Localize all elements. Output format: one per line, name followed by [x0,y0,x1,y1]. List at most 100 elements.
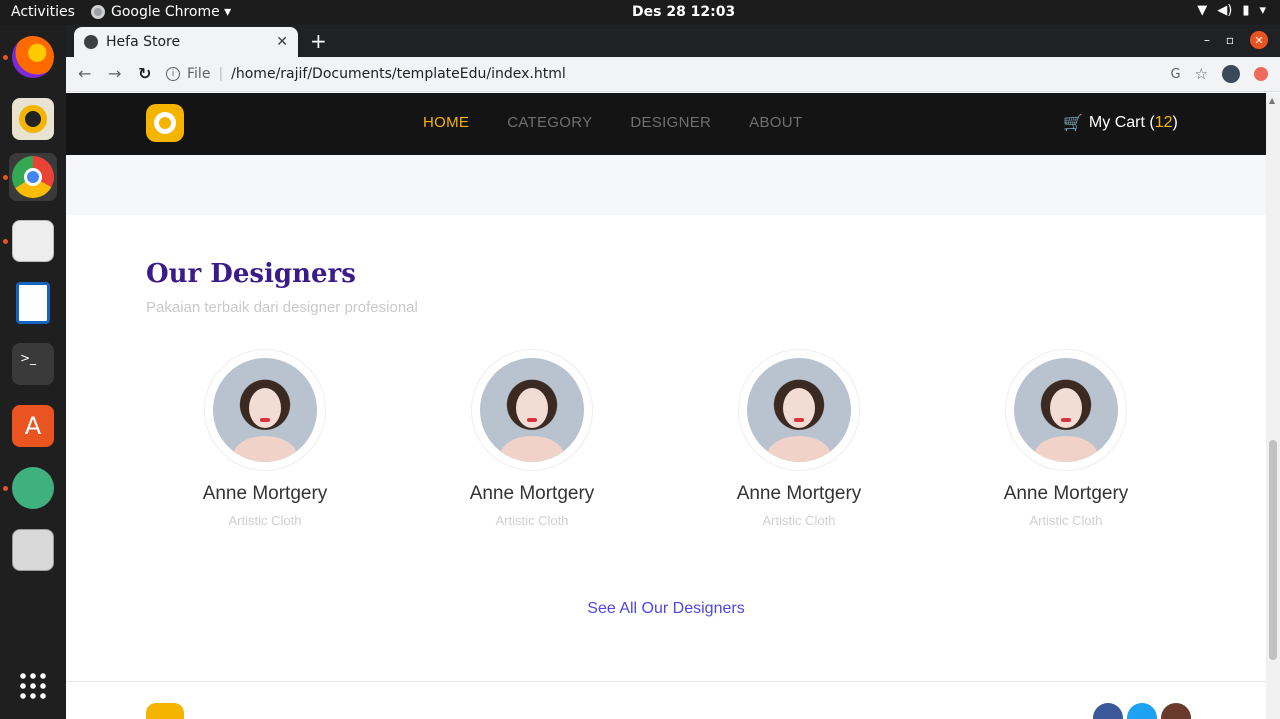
info-icon[interactable]: i [166,67,180,81]
dock-firefox[interactable] [9,33,57,81]
cart-count: 12 [1154,114,1173,131]
chrome-app-icon [91,5,105,19]
main-menu: HOME CATEGORY DESIGNER ABOUT [423,114,802,131]
address-bar[interactable]: i File | /home/rajif/Documents/templateE… [166,61,1196,87]
url-separator: | [218,66,224,82]
section-subtitle: Pakaian terbaik dari designer profesiona… [146,299,418,316]
dock-rhythmbox[interactable] [9,95,57,143]
designer-photo [213,358,317,462]
new-tab-button[interactable]: + [310,29,327,53]
scrollbar-thumb[interactable] [1269,440,1277,660]
designer-photo-frame [471,349,593,471]
designer-role: Artistic Cloth [228,513,302,528]
social-links [1093,703,1191,719]
app-menu[interactable]: Google Chrome ▾ [91,4,231,20]
dock: >_ A [0,25,66,719]
terminal-icon: >_ [12,343,54,385]
profile-avatar[interactable] [1222,65,1240,83]
browser-window: Hefa Store ✕ + – ▫ ✕ ← → ↻ i File | /hom… [66,25,1280,719]
page-scrollbar[interactable]: ▲ [1266,93,1280,719]
dock-files[interactable] [9,217,57,265]
site-logo[interactable] [146,104,184,142]
grid-icon [18,671,48,701]
cart-close-paren: ) [1172,114,1178,131]
footer-divider [66,681,1266,682]
cart-icon: 🛒 [1063,115,1083,132]
site-navbar: HOME CATEGORY DESIGNER ABOUT 🛒 My Cart (… [66,93,1266,155]
extension-icon[interactable] [1254,67,1268,81]
designer-role: Artistic Cloth [1029,513,1103,528]
dock-chrome[interactable] [9,153,57,201]
designer-photo-frame [738,349,860,471]
designer-name: Anne Mortgery [202,483,328,504]
toolbar-actions: G ☆ [1170,65,1268,83]
nav-designer[interactable]: DESIGNER [630,114,711,131]
designer-card[interactable]: Anne Mortgery Artistic Cloth [432,349,632,528]
url-text: /home/rajif/Documents/templateEdu/index.… [231,66,566,82]
forward-arrow-icon[interactable]: → [108,64,121,83]
reload-icon[interactable]: ↻ [138,64,151,83]
instagram-icon[interactable] [1161,703,1191,719]
system-tray[interactable]: ▼ ◀) ▮ ▾ [1197,3,1266,18]
back-arrow-icon[interactable]: ← [78,64,91,83]
designer-photo [1014,358,1118,462]
designer-name: Anne Mortgery [736,483,862,504]
nav-about[interactable]: ABOUT [749,114,802,131]
minimize-button[interactable]: – [1204,33,1210,47]
designer-card[interactable]: Anne Mortgery Artistic Cloth [165,349,365,528]
close-icon[interactable]: ✕ [276,34,288,50]
folder-icon [12,220,54,262]
dock-atom[interactable] [9,464,57,512]
volume-icon: ◀) [1217,3,1233,18]
dock-image-viewer[interactable] [9,526,57,574]
designer-card[interactable]: Anne Mortgery Artistic Cloth [966,349,1166,528]
footer-logo[interactable] [146,703,184,719]
cart-link[interactable]: 🛒 My Cart (12) [1063,113,1178,133]
designer-role: Artistic Cloth [762,513,836,528]
designer-card[interactable]: Anne Mortgery Artistic Cloth [699,349,899,528]
hero-band [66,155,1266,215]
page-viewport: HOME CATEGORY DESIGNER ABOUT 🛒 My Cart (… [66,93,1280,719]
designer-photo-frame [204,349,326,471]
show-applications-button[interactable] [9,662,57,710]
dock-terminal[interactable]: >_ [9,340,57,388]
chevron-down-icon: ▾ [1259,3,1266,18]
maximize-button[interactable]: ▫ [1226,33,1234,47]
browser-tab[interactable]: Hefa Store ✕ [74,27,298,57]
twitter-icon[interactable] [1127,703,1157,719]
wifi-icon: ▼ [1197,3,1208,18]
atom-icon [12,467,54,509]
store-icon: A [12,405,54,447]
designer-name: Anne Mortgery [469,483,595,504]
globe-icon [84,35,98,49]
activities-button[interactable]: Activities [11,4,75,20]
clock[interactable]: Des 28 12:03 [632,4,735,20]
window-close-button[interactable]: ✕ [1250,31,1268,49]
facebook-icon[interactable] [1093,703,1123,719]
designer-photo [480,358,584,462]
see-all-designers-link[interactable]: See All Our Designers [66,600,1266,618]
chrome-icon [12,156,54,198]
battery-icon: ▮ [1242,3,1250,18]
tab-strip: Hefa Store ✕ + – ▫ ✕ [66,25,1280,57]
scroll-up-icon[interactable]: ▲ [1269,96,1275,105]
designer-photo-frame [1005,349,1127,471]
firefox-icon [12,36,54,78]
dock-writer[interactable] [9,279,57,327]
designer-role: Artistic Cloth [495,513,569,528]
section-title: Our Designers [146,259,356,289]
cart-label: My Cart ( [1088,114,1155,131]
nav-category[interactable]: CATEGORY [507,114,592,131]
browser-toolbar: ← → ↻ i File | /home/rajif/Documents/tem… [66,57,1280,92]
rhythmbox-icon [12,98,54,140]
star-icon[interactable]: ☆ [1195,65,1208,83]
designer-name: Anne Mortgery [1003,483,1129,504]
tab-title: Hefa Store [106,34,181,50]
window-controls: – ▫ ✕ [1204,31,1268,49]
translate-icon[interactable]: G [1170,67,1180,82]
designer-photo [747,358,851,462]
magnifier-icon [12,529,54,571]
nav-home[interactable]: HOME [423,114,469,131]
dock-software[interactable]: A [9,402,57,450]
app-menu-label: Google Chrome ▾ [111,4,232,20]
